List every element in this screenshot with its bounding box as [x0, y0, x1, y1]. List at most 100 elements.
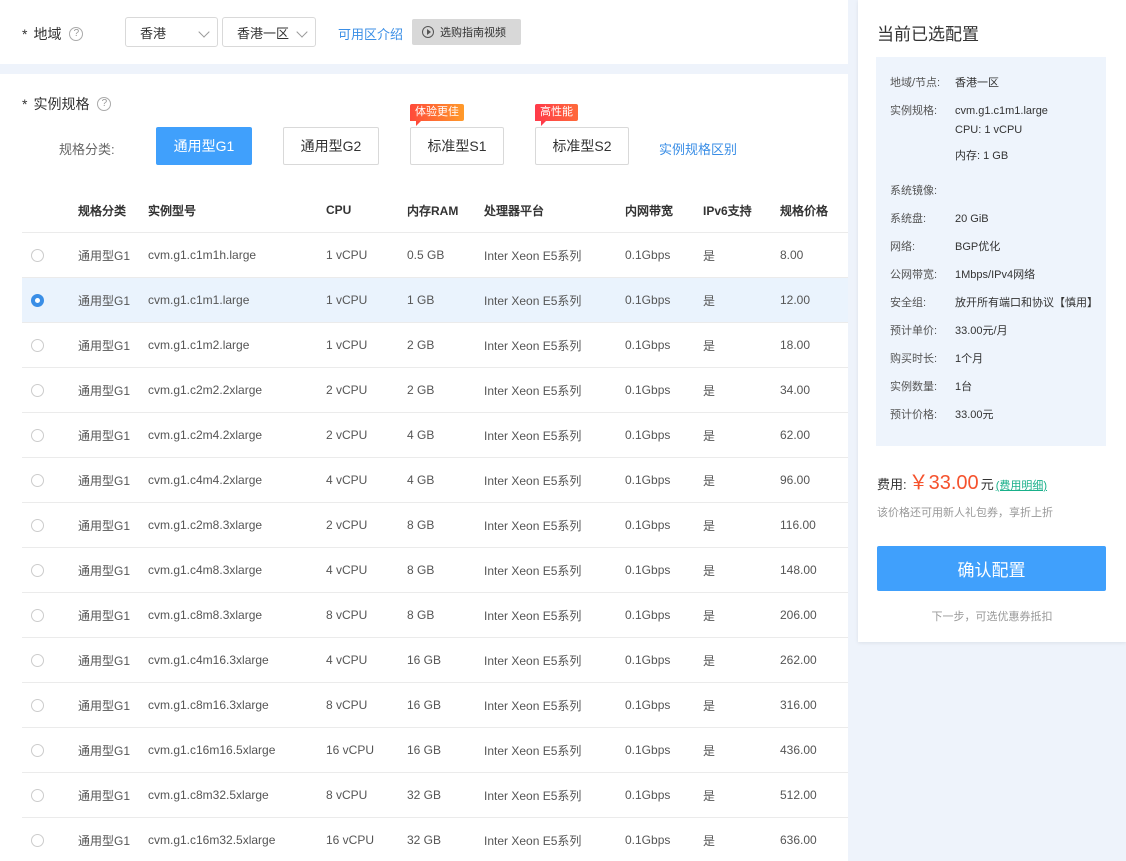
help-icon[interactable]: ?: [97, 97, 112, 111]
table-row[interactable]: 通用型G1 cvm.g1.c1m2.large 1 vCPU 2 GB Inter Xe…: [22, 322, 848, 367]
cell-price: 62.00: [780, 428, 811, 442]
cell-bandwidth: 0.1Gbps: [625, 428, 671, 442]
table-row[interactable]: 通用型G1 cvm.g1.c8m16.3xlarge 8 vCPU 16 GB Inte…: [22, 682, 848, 727]
summary-item: CPU: 1 vCPU: [890, 124, 1022, 136]
table-row[interactable]: 通用型G1 cvm.g1.c2m8.3xlarge 2 vCPU 8 GB Inter …: [22, 502, 848, 547]
summary-item: 购买时长: 1个月: [890, 350, 983, 366]
cell-model: cvm.g1.c2m2.2xlarge: [148, 383, 263, 397]
cell-cpu: 1 vCPU: [326, 248, 368, 262]
row-radio[interactable]: [31, 744, 44, 757]
cell-price: 8.00: [780, 248, 804, 262]
summary-item-value: 1台: [955, 381, 973, 393]
cell-platform: Inter Xeon E5系列: [484, 743, 582, 758]
row-radio[interactable]: [31, 249, 44, 262]
row-radio[interactable]: [31, 429, 44, 442]
cell-price: 18.00: [780, 338, 811, 352]
confirm-config-button[interactable]: 确认配置: [877, 546, 1106, 591]
cell-bandwidth: 0.1Gbps: [625, 698, 671, 712]
summary-title: 当前已选配置: [877, 25, 979, 44]
cell-model: cvm.g1.c4m8.3xlarge: [148, 563, 263, 577]
table-row[interactable]: 通用型G1 cvm.g1.c8m32.5xlarge 8 vCPU 32 GB Inte…: [22, 772, 848, 817]
type-tab-s2[interactable]: 标准型S2: [535, 127, 629, 165]
cell-platform: Inter Xeon E5系列: [484, 608, 582, 623]
cell-ipv6: 是: [703, 428, 716, 443]
fee-detail-link[interactable]: (费用明细): [996, 477, 1047, 493]
cell-price: 34.00: [780, 383, 811, 397]
fee-unit: 元: [980, 477, 994, 492]
summary-item: 实例数量: 1台: [890, 378, 972, 394]
summary-item-label: 地域/节点:: [890, 77, 941, 89]
spec-diff-link[interactable]: 实例规格区别: [659, 139, 737, 158]
cell-bandwidth: 0.1Gbps: [625, 608, 671, 622]
cell-cpu: 4 vCPU: [326, 473, 368, 487]
cell-ipv6: 是: [703, 473, 716, 488]
table-row[interactable]: 通用型G1 cvm.g1.c8m8.3xlarge 8 vCPU 8 GB Inter …: [22, 592, 848, 637]
summary-item-label: 系统盘:: [890, 213, 927, 225]
region-card: * 地域 ? 香港 香港一区 可用区介绍 选购指南视频: [0, 0, 848, 64]
header-category: 规格分类: [78, 203, 127, 218]
cell-bandwidth: 0.1Gbps: [625, 383, 671, 397]
row-radio[interactable]: [31, 564, 44, 577]
table-row[interactable]: 通用型G1 cvm.g1.c2m4.2xlarge 2 vCPU 4 GB Inter …: [22, 412, 848, 457]
table-row[interactable]: 通用型G1 cvm.g1.c4m16.3xlarge 4 vCPU 16 GB Inte…: [22, 637, 848, 682]
cell-ram: 4 GB: [407, 473, 435, 487]
table-row[interactable]: 通用型G1 cvm.g1.c16m16.5xlarge 16 vCPU 16 GB In…: [22, 727, 848, 772]
row-radio[interactable]: [31, 294, 44, 307]
zone-intro-link[interactable]: 可用区介绍: [338, 24, 403, 43]
row-radio[interactable]: [31, 789, 44, 802]
experience-badge: 体验更佳: [410, 104, 464, 126]
table-row[interactable]: 通用型G1 cvm.g1.c1m1.large 1 vCPU 1 GB Inter Xe…: [22, 277, 848, 322]
cell-category: 通用型G1: [78, 248, 131, 263]
guide-video-button[interactable]: 选购指南视频: [412, 19, 521, 45]
row-radio[interactable]: [31, 699, 44, 712]
cell-model: cvm.g1.c2m8.3xlarge: [148, 518, 263, 532]
table-row[interactable]: 通用型G1 cvm.g1.c2m2.2xlarge 2 vCPU 2 GB Inter …: [22, 367, 848, 412]
fee-note: 该价格还可用新人礼包券，享折上折: [877, 507, 1053, 519]
row-radio[interactable]: [31, 339, 44, 352]
row-radio[interactable]: [31, 384, 44, 397]
cell-model: cvm.g1.c8m8.3xlarge: [148, 608, 263, 622]
summary-item-value: 1个月: [955, 353, 984, 365]
cell-ram: 2 GB: [407, 338, 435, 352]
region-select[interactable]: 香港: [125, 17, 218, 47]
cell-category: 通用型G1: [78, 428, 131, 443]
cell-bandwidth: 0.1Gbps: [625, 653, 671, 667]
cell-cpu: 16 vCPU: [326, 833, 375, 847]
cell-cpu: 2 vCPU: [326, 518, 368, 532]
cell-model: cvm.g1.c4m16.3xlarge: [148, 653, 269, 667]
cell-price: 512.00: [780, 788, 817, 802]
cell-ram: 1 GB: [407, 293, 435, 307]
cell-ram: 32 GB: [407, 788, 442, 802]
table-row[interactable]: 通用型G1 cvm.g1.c4m4.2xlarge 4 vCPU 4 GB Inter …: [22, 457, 848, 502]
cell-ipv6: 是: [703, 788, 716, 803]
summary-item-label: 网络:: [890, 241, 916, 253]
row-radio[interactable]: [31, 474, 44, 487]
row-radio[interactable]: [31, 609, 44, 622]
type-tab-g1[interactable]: 通用型G1: [156, 127, 252, 165]
row-radio[interactable]: [31, 519, 44, 532]
cell-model: cvm.g1.c1m2.large: [148, 338, 250, 352]
row-radio[interactable]: [31, 834, 44, 847]
zone-select[interactable]: 香港一区: [222, 17, 316, 47]
header-bandwidth: 内网带宽: [625, 203, 674, 218]
cell-ipv6: 是: [703, 698, 716, 713]
cell-price: 206.00: [780, 608, 817, 622]
cell-platform: Inter Xeon E5系列: [484, 788, 582, 803]
cell-platform: Inter Xeon E5系列: [484, 293, 582, 308]
row-radio[interactable]: [31, 654, 44, 667]
cell-model: cvm.g1.c1m1h.large: [148, 248, 257, 262]
table-row[interactable]: 通用型G1 cvm.g1.c1m1h.large 1 vCPU 0.5 GB Inter…: [22, 232, 848, 277]
summary-item-value: 33.00元/月: [955, 325, 1008, 337]
type-tab-g2[interactable]: 通用型G2: [283, 127, 379, 165]
chevron-down-icon: [198, 26, 210, 38]
header-model: 实例型号: [148, 203, 197, 218]
summary-item: 预计单价: 33.00元/月: [890, 322, 1008, 338]
table-row[interactable]: 通用型G1 cvm.g1.c16m32.5xlarge 16 vCPU 32 GB In…: [22, 817, 848, 861]
cell-category: 通用型G1: [78, 608, 131, 623]
table-row[interactable]: 通用型G1 cvm.g1.c4m8.3xlarge 4 vCPU 8 GB Inter …: [22, 547, 848, 592]
cell-ipv6: 是: [703, 653, 716, 668]
table-body: 通用型G1 cvm.g1.c1m1h.large 1 vCPU 0.5 GB Inter…: [22, 232, 848, 861]
help-icon[interactable]: ?: [69, 27, 84, 41]
cell-model: cvm.g1.c8m32.5xlarge: [148, 788, 269, 802]
type-tab-s1[interactable]: 标准型S1: [410, 127, 504, 165]
